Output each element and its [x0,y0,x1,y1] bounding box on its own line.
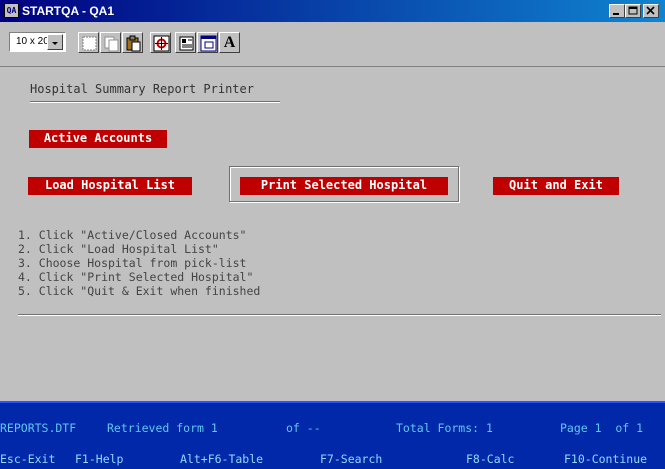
minimize-icon [613,13,619,15]
font-size-dropdown-button[interactable] [47,34,63,50]
capture-button[interactable] [150,32,171,53]
status-filename: REPORTS.DTF [0,421,77,435]
font-button[interactable]: A [219,32,240,53]
instruction-line: 5. Click "Quit & Exit when finished [18,284,261,298]
maximize-button[interactable] [625,4,641,18]
instruction-line: 4. Click "Print Selected Hospital" [18,270,254,284]
chevron-down-icon [52,42,58,45]
fkey-f8-calc[interactable]: F8-Calc [466,452,514,466]
copy-icon [104,36,119,52]
window-button[interactable] [197,32,218,53]
page-title: Hospital Summary Report Printer [30,82,254,96]
status-retrieved: Retrieved form 1 [107,421,218,435]
fkey-f10-continue[interactable]: F10-Continue [564,452,647,466]
properties-icon [179,36,194,51]
status-total-forms: Total Forms: 1 [396,421,493,435]
instruction-line: 2. Click "Load Hospital List" [18,242,219,256]
fkey-esc-exit[interactable]: Esc-Exit [0,452,55,466]
maximize-icon [628,6,638,15]
fkey-f1-help[interactable]: F1-Help [75,452,123,466]
properties-button[interactable] [175,32,196,53]
select-all-button[interactable] [78,32,99,53]
instructions-divider [18,314,661,316]
fkey-f7-search[interactable]: F7-Search [320,452,382,466]
print-selected-hospital-button[interactable]: Print Selected Hospital [240,177,448,195]
load-hospital-list-button[interactable]: Load Hospital List [28,177,192,195]
font-icon: A [223,34,236,51]
window-title: STARTQA - QA1 [22,4,114,18]
status-page: Page 1 of 1 [560,421,644,435]
instruction-line: 3. Choose Hospital from pick-list [18,256,247,270]
paste-button[interactable] [122,32,143,53]
toolbar: 10 x 20 A [0,22,665,66]
title-divider [30,101,280,103]
status-bar: REPORTS.DTF Retrieved form 1 of -- Total… [0,401,665,469]
minimize-button[interactable] [609,4,625,18]
title-bar: QA STARTQA - QA1 [0,0,665,22]
quit-and-exit-button[interactable]: Quit and Exit [493,177,619,195]
status-of: of -- [286,421,321,435]
active-accounts-button[interactable]: Active Accounts [29,130,167,148]
close-icon [646,6,655,15]
report-form: Hospital Summary Report Printer Active A… [0,66,665,401]
copy-button[interactable] [100,32,121,53]
window-icon [200,35,217,52]
paste-icon [126,35,141,52]
close-button[interactable] [643,4,659,18]
crosshair-icon [153,35,170,52]
instruction-line: 1. Click "Active/Closed Accounts" [18,228,247,242]
app-icon: QA [4,3,19,18]
fkey-alt-f6-table[interactable]: Alt+F6-Table [180,452,263,466]
select-icon [82,36,97,51]
